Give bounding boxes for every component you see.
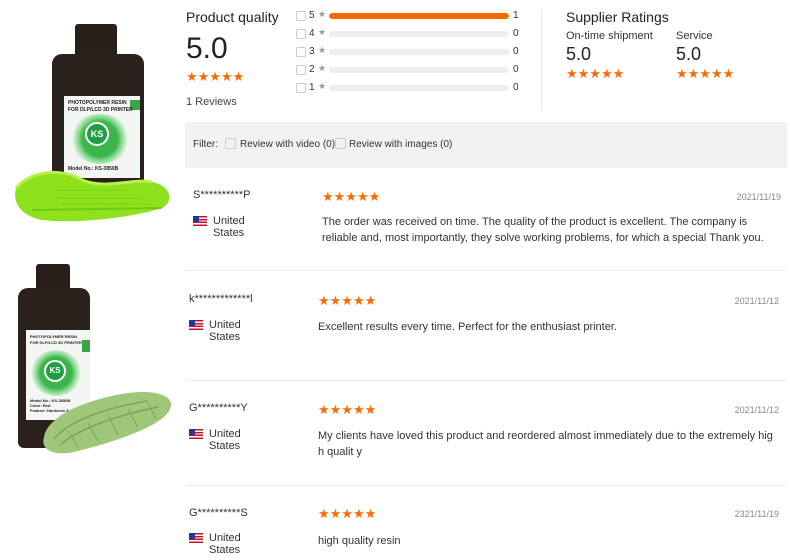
rating-4-label: 4 [309, 28, 315, 39]
ontime-shipment-stars: ★★★★★ [566, 66, 625, 81]
reviewer-country: United States [209, 428, 241, 452]
rating-5-bar [329, 13, 509, 19]
review-stars: ★★★★★ [322, 189, 381, 204]
review-stars: ★★★★★ [318, 293, 377, 308]
filter-bar: Filter: Review with video (0) Review wit… [185, 122, 787, 168]
rating-row-4[interactable]: 4 ★ 0 [296, 27, 526, 40]
review-text: My clients have loved this product and r… [318, 430, 773, 458]
service-score: 5.0 [676, 44, 702, 64]
rating-1-checkbox[interactable] [296, 83, 306, 93]
reviewer-name: S**********P [193, 189, 251, 201]
review-with-images-checkbox[interactable] [335, 138, 346, 149]
star-icon: ★ [318, 63, 327, 73]
rating-3-count: 0 [513, 46, 519, 57]
rating-1-bar [329, 85, 509, 91]
rating-row-5[interactable]: 5 ★ 1 [296, 9, 526, 22]
reviewer-country: United States [209, 532, 241, 556]
rating-2-checkbox[interactable] [296, 65, 306, 75]
star-icon: ★ [318, 27, 327, 37]
star-icon: ★ [318, 9, 327, 19]
rating-row-1[interactable]: 1 ★ 0 [296, 81, 526, 94]
shoe-sole-image [43, 391, 172, 454]
rating-3-label: 3 [309, 46, 315, 57]
label2-line2: FOR DLP/LCD 3D PRINTER [30, 340, 82, 345]
divider [541, 10, 542, 110]
label-line2: FOR DLP/LCD 3D PRINTER [68, 107, 133, 113]
rating-2-label: 2 [309, 64, 315, 75]
reviewer-name: k*************l [189, 293, 253, 305]
product-quality-score: 5.0 [186, 32, 228, 65]
product-quality-stars: ★★★★★ [186, 69, 245, 84]
reviewer-country: United States [213, 215, 245, 239]
rating-3-checkbox[interactable] [296, 47, 306, 57]
review-date: 2021/11/12 [734, 405, 779, 415]
reviewer-name: G**********Y [189, 402, 248, 414]
rating-1-label: 1 [309, 82, 315, 93]
rating-4-checkbox[interactable] [296, 29, 306, 39]
review-separator [186, 270, 786, 271]
rating-2-count: 0 [513, 64, 519, 75]
rating-3-bar [329, 49, 509, 55]
review-stars: ★★★★★ [318, 506, 377, 521]
reviewer-country: United States [209, 319, 241, 343]
us-flag-icon [189, 320, 203, 330]
review-with-images-option[interactable]: Review with images (0) [349, 139, 452, 150]
product-image-1: PHOTOPOLYMER RESIN FOR DLP/LCD 3D PRINTE… [12, 10, 177, 235]
us-flag-icon [193, 216, 207, 226]
review-date: 2021/11/19 [736, 192, 781, 202]
review-separator [186, 380, 786, 381]
ontime-shipment-score: 5.0 [566, 44, 592, 64]
star-icon: ★ [318, 45, 327, 55]
supplier-ratings-title: Supplier Ratings [566, 9, 669, 25]
rating-row-2[interactable]: 2 ★ 0 [296, 63, 526, 76]
review-separator [186, 485, 786, 486]
review-text: high quality resin [318, 535, 401, 547]
reviewer-name: G**********S [189, 507, 248, 519]
shoe-model-image [14, 170, 170, 222]
rating-row-3[interactable]: 3 ★ 0 [296, 45, 526, 58]
review-with-video-checkbox[interactable] [225, 138, 236, 149]
service-stars: ★★★★★ [676, 66, 735, 81]
rating-1-count: 0 [513, 82, 519, 93]
product-image-2: PHOTOPOLYMER RESIN FOR DLP/LCD 3D PRINTE… [10, 260, 175, 460]
rating-5-label: 5 [309, 10, 315, 21]
reviews-count: 1 Reviews [186, 96, 237, 108]
rating-4-bar [329, 31, 509, 37]
star-icon: ★ [318, 81, 327, 91]
us-flag-icon [189, 533, 203, 543]
rating-4-count: 0 [513, 28, 519, 39]
review-text: Excellent results every time. Perfect fo… [318, 321, 617, 333]
review-date: 2021/11/12 [734, 296, 779, 306]
review-date: 2321/11/19 [734, 509, 779, 519]
rating-5-count: 1 [513, 10, 519, 21]
product-quality-title: Product quality [186, 9, 279, 25]
rating-5-checkbox[interactable] [296, 11, 306, 21]
us-flag-icon [189, 429, 203, 439]
review-stars: ★★★★★ [318, 402, 377, 417]
review-with-video-option[interactable]: Review with video (0) [240, 139, 335, 150]
rating-2-bar [329, 67, 509, 73]
service-label: Service [676, 30, 713, 42]
label-line1: PHOTOPOLYMER RESIN [68, 100, 127, 106]
review-text: The order was received on time. The qual… [322, 216, 764, 244]
filter-label: Filter: [193, 139, 218, 150]
ontime-shipment-label: On-time shipment [566, 30, 653, 42]
